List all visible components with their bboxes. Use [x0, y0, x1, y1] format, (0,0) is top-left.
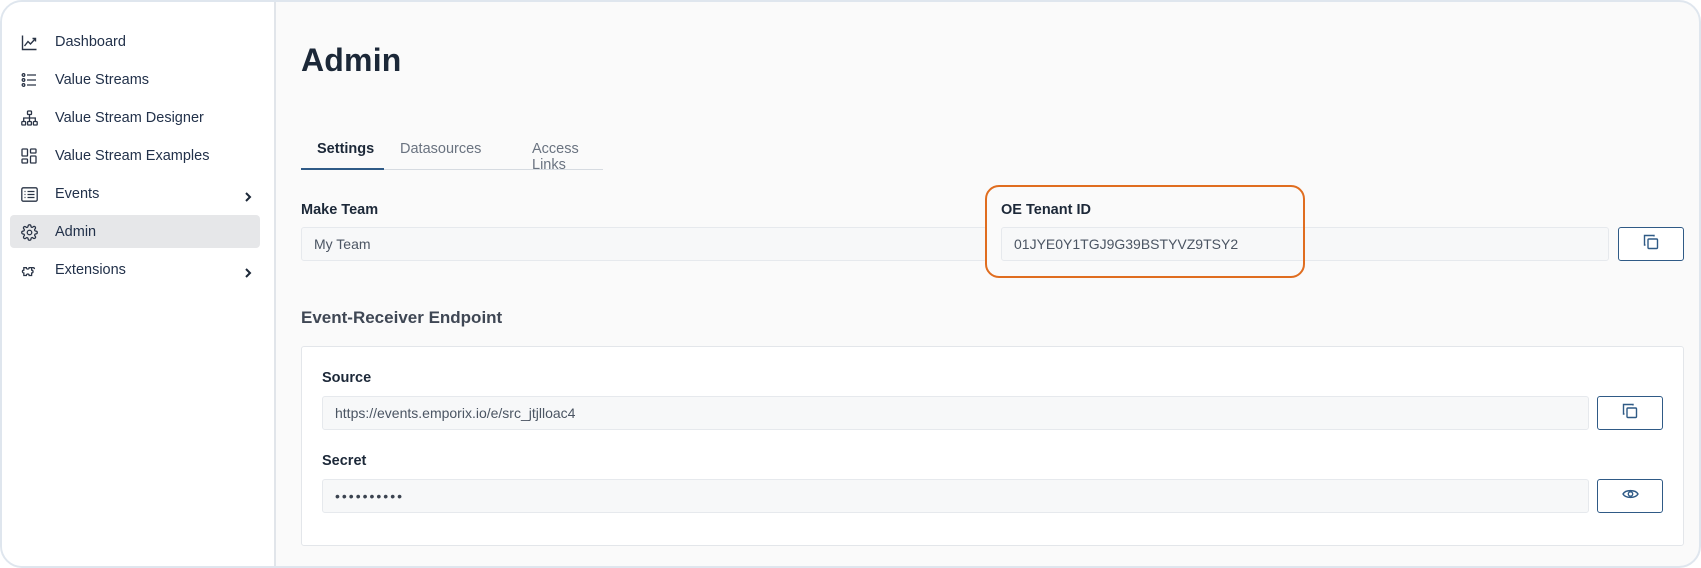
tab-datasources[interactable]: Datasources	[400, 141, 481, 157]
copy-icon	[1622, 403, 1638, 424]
dashboard-grid-icon	[20, 147, 38, 165]
sidebar: Dashboard Value Streams Value Stream Des…	[2, 2, 276, 566]
endpoint-section-title: Event-Receiver Endpoint	[301, 308, 503, 327]
sidebar-item-label: Events	[55, 185, 100, 202]
sidebar-item-label: Value Stream Examples	[55, 147, 210, 164]
sitemap-icon	[20, 109, 38, 127]
eye-icon	[1621, 487, 1639, 505]
sidebar-nav: Dashboard Value Streams Value Stream Des…	[10, 25, 260, 291]
sidebar-item-label: Admin	[55, 223, 97, 240]
copy-icon	[1643, 234, 1659, 255]
sidebar-item-extensions[interactable]: Extensions	[10, 253, 260, 286]
tab-bar: Settings Datasources Access Links	[301, 130, 603, 173]
puzzle-icon	[20, 261, 38, 279]
source-url-input[interactable]: https://events.emporix.io/e/src_jtjlloac…	[322, 396, 1589, 430]
make-team-input[interactable]: My Team	[301, 227, 987, 261]
sidebar-item-admin[interactable]: Admin	[10, 215, 260, 248]
reveal-secret-button[interactable]	[1597, 479, 1663, 513]
sidebar-item-value-stream-designer[interactable]: Value Stream Designer	[10, 101, 260, 134]
sidebar-item-events[interactable]: Events	[10, 177, 260, 210]
list-icon	[20, 71, 38, 89]
secret-input[interactable]: ••••••••••	[322, 479, 1589, 513]
secret-label: Secret	[322, 453, 367, 469]
chevron-right-icon[interactable]	[244, 265, 252, 278]
source-label: Source	[322, 370, 372, 386]
chevron-right-icon[interactable]	[244, 189, 252, 202]
gear-icon	[20, 223, 38, 241]
active-tab-indicator	[301, 168, 384, 170]
tenant-id-input[interactable]: 01JYE0Y1TGJ9G39BSTYVZ9TSY2	[1001, 227, 1609, 261]
tenant-id-label: OE Tenant ID	[1001, 202, 1091, 218]
sidebar-item-dashboard[interactable]: Dashboard	[10, 25, 260, 58]
sidebar-item-label: Value Stream Designer	[55, 109, 204, 126]
main-content: Admin Settings Datasources Access Links …	[278, 2, 1699, 566]
endpoint-card: Source https://events.emporix.io/e/src_j…	[301, 346, 1684, 546]
tab-settings[interactable]: Settings	[317, 141, 374, 157]
events-list-icon	[20, 185, 38, 203]
copy-tenant-id-button[interactable]	[1618, 227, 1684, 261]
sidebar-item-value-stream-examples[interactable]: Value Stream Examples	[10, 139, 260, 172]
page-title: Admin	[301, 42, 402, 78]
tab-access-links[interactable]: Access Links	[532, 141, 603, 173]
make-team-label: Make Team	[301, 202, 379, 218]
app-window: Dashboard Value Streams Value Stream Des…	[0, 0, 1701, 568]
sidebar-item-label: Dashboard	[55, 33, 126, 50]
sidebar-item-label: Extensions	[55, 261, 126, 278]
sidebar-item-value-streams[interactable]: Value Streams	[10, 63, 260, 96]
copy-source-button[interactable]	[1597, 396, 1663, 430]
chart-line-icon	[20, 33, 38, 51]
sidebar-item-label: Value Streams	[55, 71, 150, 88]
